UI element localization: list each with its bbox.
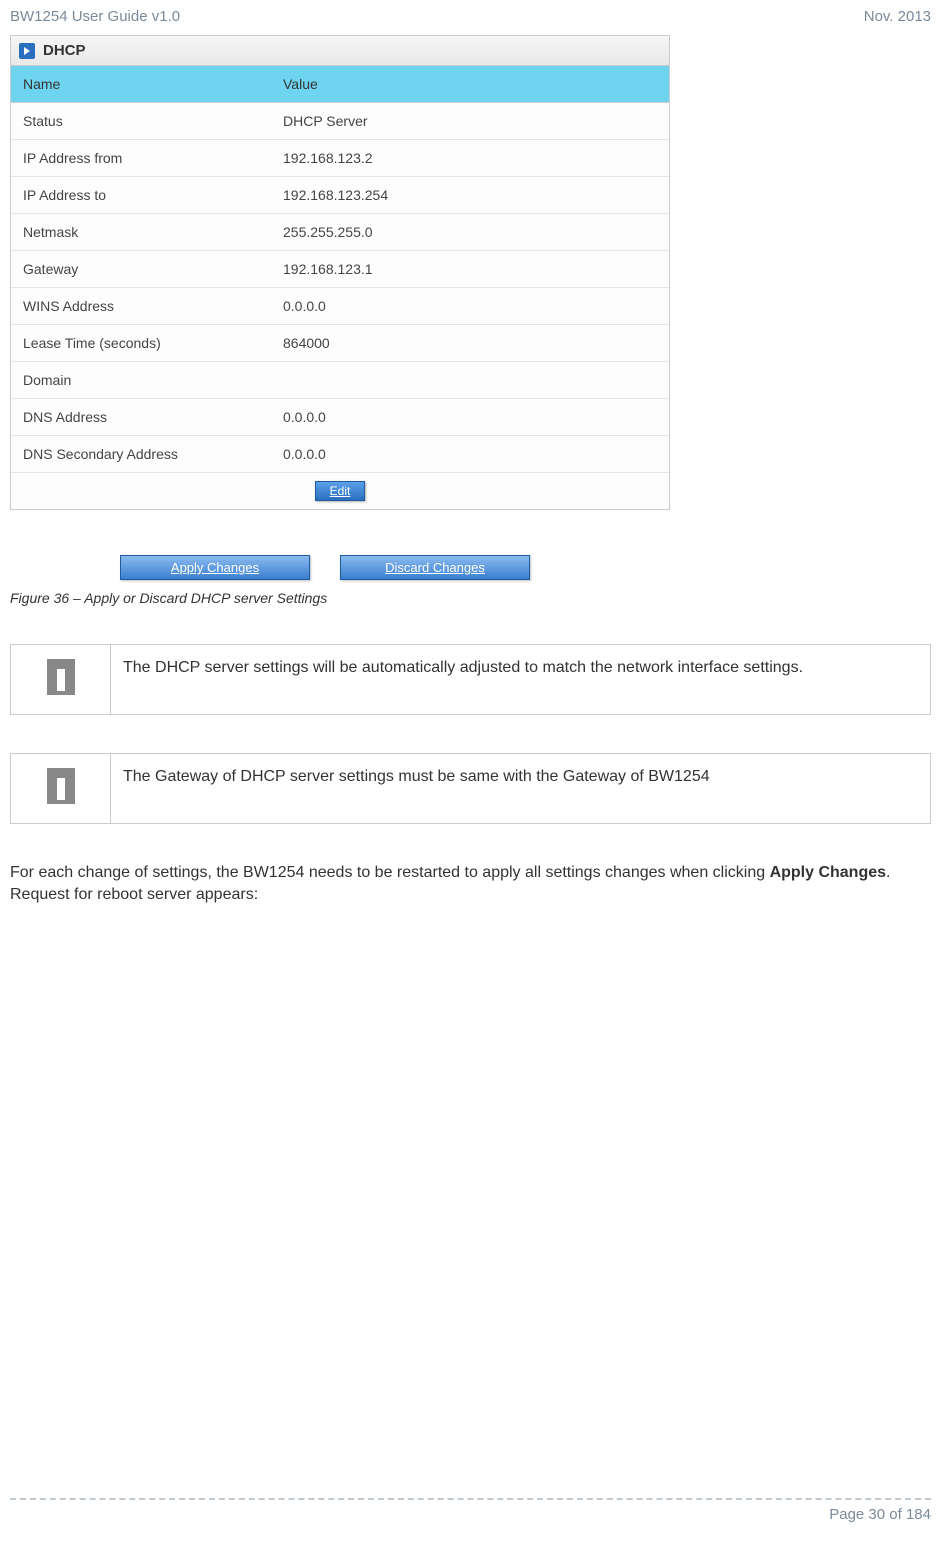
row-value: DHCP Server (271, 103, 380, 139)
table-row: Netmask 255.255.255.0 (11, 214, 669, 251)
info-text: The Gateway of DHCP server settings must… (111, 754, 931, 824)
figure-caption: Figure 36 – Apply or Discard DHCP server… (10, 590, 931, 606)
row-name: Domain (11, 362, 271, 398)
body-text-1: For each change of settings, the BW1254 … (10, 864, 770, 881)
table-row: DNS Address 0.0.0.0 (11, 399, 669, 436)
dhcp-panel: DHCP Name Value Status DHCP Server IP Ad… (10, 35, 670, 510)
body-paragraph: For each change of settings, the BW1254 … (10, 862, 931, 905)
row-name: IP Address to (11, 177, 271, 213)
page-header: BW1254 User Guide v1.0 Nov. 2013 (0, 0, 941, 35)
table-row: Gateway 192.168.123.1 (11, 251, 669, 288)
table-row: Status DHCP Server (11, 103, 669, 140)
row-name: IP Address from (11, 140, 271, 176)
page-number: Page 30 of 184 (10, 1506, 931, 1523)
row-name: DNS Secondary Address (11, 436, 271, 472)
header-left: BW1254 User Guide v1.0 (10, 8, 180, 25)
row-name: Status (11, 103, 271, 139)
header-right: Nov. 2013 (864, 8, 931, 25)
info-icon-cell (11, 754, 111, 824)
info-icon (47, 659, 75, 695)
row-value: 0.0.0.0 (271, 399, 338, 435)
dhcp-titlebar: DHCP (11, 36, 669, 66)
row-value (271, 362, 295, 398)
discard-changes-button[interactable]: Discard Changes (340, 555, 530, 580)
column-header-name: Name (11, 66, 271, 102)
table-row: IP Address from 192.168.123.2 (11, 140, 669, 177)
row-name: Netmask (11, 214, 271, 250)
column-header-value: Value (271, 66, 330, 102)
row-value: 192.168.123.2 (271, 140, 385, 176)
row-value: 255.255.255.0 (271, 214, 385, 250)
info-icon-cell (11, 645, 111, 715)
table-row: WINS Address 0.0.0.0 (11, 288, 669, 325)
row-value: 192.168.123.1 (271, 251, 385, 287)
arrow-icon (19, 43, 35, 59)
apply-changes-button[interactable]: Apply Changes (120, 555, 310, 580)
table-row: DNS Secondary Address 0.0.0.0 (11, 436, 669, 473)
row-name: Lease Time (seconds) (11, 325, 271, 361)
row-name: Gateway (11, 251, 271, 287)
edit-button[interactable]: Edit (315, 481, 366, 501)
footer-divider (10, 1498, 931, 1500)
action-buttons-row: Apply Changes Discard Changes (10, 555, 931, 580)
edit-row: Edit (11, 473, 669, 509)
table-row: Lease Time (seconds) 864000 (11, 325, 669, 362)
info-text: The DHCP server settings will be automat… (111, 645, 931, 715)
table-header-row: Name Value (11, 66, 669, 103)
row-name: DNS Address (11, 399, 271, 435)
row-value: 864000 (271, 325, 342, 361)
row-name: WINS Address (11, 288, 271, 324)
row-value: 192.168.123.254 (271, 177, 400, 213)
table-row: IP Address to 192.168.123.254 (11, 177, 669, 214)
dhcp-title: DHCP (43, 42, 86, 59)
row-value: 0.0.0.0 (271, 436, 338, 472)
table-row: Domain (11, 362, 669, 399)
info-box-1: The DHCP server settings will be automat… (10, 644, 931, 715)
row-value: 0.0.0.0 (271, 288, 338, 324)
body-text-bold: Apply Changes (770, 864, 886, 881)
info-icon (47, 768, 75, 804)
page-footer: Page 30 of 184 (10, 1498, 931, 1523)
info-box-2: The Gateway of DHCP server settings must… (10, 753, 931, 824)
